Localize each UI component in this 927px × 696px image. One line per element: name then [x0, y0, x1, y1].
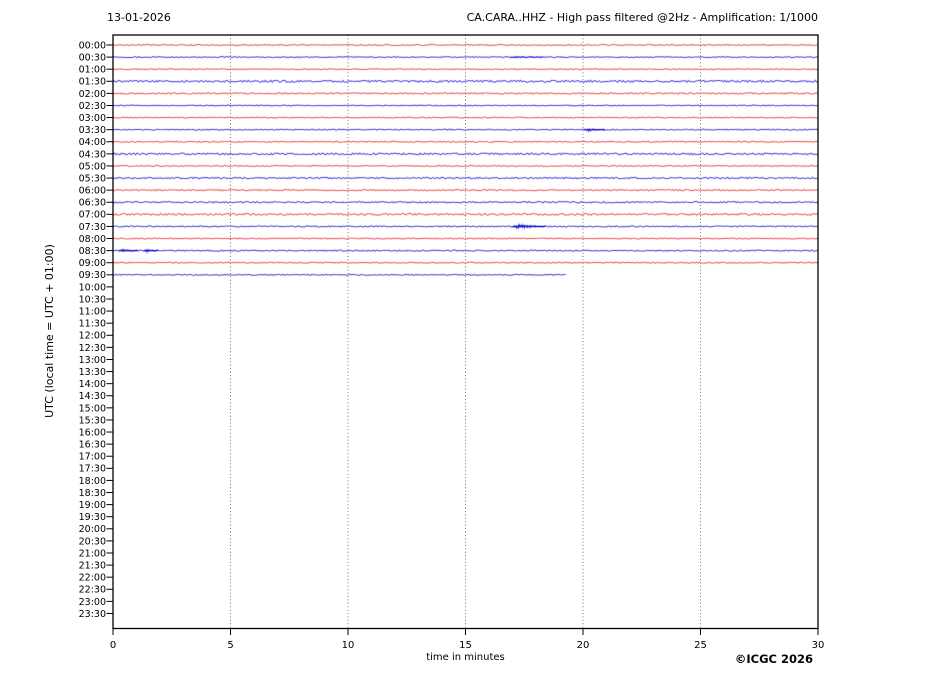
y-tick-label-09:30: 09:30 [79, 270, 106, 281]
y-tick-label-07:30: 07:30 [79, 222, 106, 233]
y-tick-label-10:30: 10:30 [79, 294, 106, 305]
helicorder-chart: 13-01-2026 CA.CARA..HHZ - High pass filt… [43, 11, 825, 666]
y-tick-label-16:30: 16:30 [79, 440, 106, 451]
y-tick-label-07:00: 07:00 [79, 210, 106, 221]
x-tick-label-10: 10 [342, 640, 355, 651]
y-tick-label-12:00: 12:00 [79, 331, 106, 342]
y-tick-label-03:00: 03:00 [79, 113, 106, 124]
x-tick-label-0: 0 [110, 640, 116, 651]
y-tick-label-12:30: 12:30 [79, 343, 106, 354]
y-tick-label-04:00: 04:00 [79, 137, 106, 148]
y-tick-label-08:00: 08:00 [79, 234, 106, 245]
x-tick-label-20: 20 [577, 640, 590, 651]
x-tick-label-25: 25 [694, 640, 707, 651]
y-tick-label-11:00: 11:00 [79, 306, 106, 317]
x-tick-label-30: 30 [812, 640, 825, 651]
y-tick-label-11:30: 11:30 [79, 319, 106, 330]
x-tick-label-15: 15 [459, 640, 472, 651]
axes-layer [106, 34, 819, 635]
y-tick-label-19:00: 19:00 [79, 500, 106, 511]
y-tick-label-17:00: 17:00 [79, 452, 106, 463]
y-tick-label-06:00: 06:00 [79, 186, 106, 197]
y-tick-label-04:30: 04:30 [79, 149, 106, 160]
copyright-label: ©ICGC 2026 [735, 652, 813, 666]
y-tick-label-20:30: 20:30 [79, 536, 106, 547]
y-tick-label-13:30: 13:30 [79, 367, 106, 378]
y-tick-label-19:30: 19:30 [79, 512, 106, 523]
y-tick-label-18:00: 18:00 [79, 476, 106, 487]
y-tick-label-14:30: 14:30 [79, 391, 106, 402]
tick-labels-layer: 00:0000:30 01:0001:3002:0002:3003:0003:30… [79, 40, 825, 651]
y-tick-label-10:00: 10:00 [79, 282, 106, 293]
gridlines-layer [230, 35, 701, 629]
y-tick-label-00:30: 00:30 [79, 52, 106, 63]
y-tick-label-20:00: 20:00 [79, 524, 106, 535]
y-tick-label-21:30: 21:30 [79, 560, 106, 571]
y-tick-label-15:00: 15:00 [79, 403, 106, 414]
seismo-trace-layer [112, 43, 819, 277]
y-tick-label-15:30: 15:30 [79, 415, 106, 426]
date-label: 13-01-2026 [107, 11, 171, 24]
y-axis-label: UTC (local time = UTC + 01:00) [43, 244, 56, 418]
y-tick-label-23:00: 23:00 [79, 597, 106, 608]
y-tick-label-05:30: 05:30 [79, 173, 106, 184]
y-tick-label-03:30: 03:30 [79, 125, 106, 136]
y-tick-label-09:00: 09:00 [79, 258, 106, 269]
y-tick-label-01:00: 01:00 [79, 65, 106, 76]
x-tick-label-5: 5 [227, 640, 233, 651]
event-00:30 [510, 55, 543, 59]
y-tick-label-21:00: 21:00 [79, 548, 106, 559]
y-tick-label-00:00: 00:00 [79, 40, 106, 51]
y-tick-label-14:00: 14:00 [79, 379, 106, 390]
y-tick-label-13:00: 13:00 [79, 355, 106, 366]
y-tick-label-17:30: 17:30 [79, 464, 106, 475]
y-tick-label-02:30: 02:30 [79, 101, 106, 112]
chart-title: CA.CARA..HHZ - High pass filtered @2Hz -… [467, 11, 818, 24]
y-tick-label-01:30: 01:30 [79, 77, 106, 88]
y-tick-label-06:30: 06:30 [79, 198, 106, 209]
y-tick-label-02:00: 02:00 [79, 89, 106, 100]
y-tick-label-05:00: 05:00 [79, 161, 106, 172]
helicorder-page: 13-01-2026 CA.CARA..HHZ - High pass filt… [0, 0, 927, 696]
y-tick-label-08:30: 08:30 [79, 246, 106, 257]
y-tick-label-22:30: 22:30 [79, 585, 106, 596]
x-axis-label: time in minutes [426, 652, 505, 663]
y-tick-label-18:30: 18:30 [79, 488, 106, 499]
y-tick-label-22:00: 22:00 [79, 573, 106, 584]
y-tick-label-23:30: 23:30 [79, 609, 106, 620]
y-tick-label-16:00: 16:00 [79, 427, 106, 438]
